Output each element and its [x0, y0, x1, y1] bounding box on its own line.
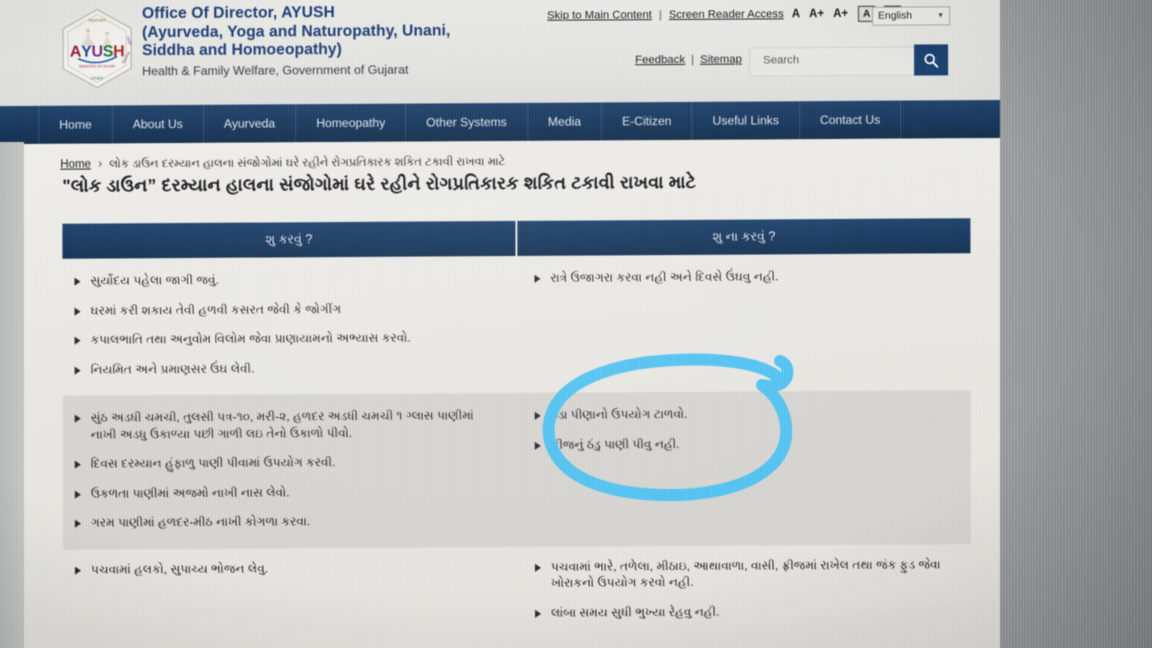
- site-header: Ayurved Unani Yoga Siddha AYUSH MINISTRY: [0, 0, 1152, 109]
- list-item: નિયમિત અને પ્રમાણસર ઉંઘ લેવી.: [71, 359, 501, 378]
- do-and-dont-table: શુ કરવું ? શુ ના કરવું ? સુર્યોદય પહેલા …: [62, 218, 971, 636]
- font-size-normal-button[interactable]: A: [791, 8, 801, 20]
- table-cell-do: સુર્યોદય પહેલા જાગી જવું. ઘરમાં કરી શકાય…: [62, 256, 516, 396]
- content-area: Home › લોક ડાઉન દરમ્યાન હાલના સંજોગોમાં …: [22, 138, 1002, 648]
- utility-links: Feedback | Sitemap: [635, 54, 742, 67]
- nav-item-other-systems[interactable]: Other Systems: [406, 102, 528, 142]
- list-item: દિવસ દરમ્યાન હુંફાળુ પાણી પીવામાં ઉપયોગ …: [71, 453, 501, 472]
- svg-text:AYUSH: AYUSH: [70, 43, 125, 60]
- breadcrumb-current: લોક ડાઉન દરમ્યાન હાલના સંજોગોમાં ઘરે રહી…: [109, 156, 506, 171]
- photo-of-screen: Ayurved Unani Yoga Siddha AYUSH MINISTRY: [0, 0, 1152, 648]
- utility-separator: |: [691, 53, 695, 66]
- list-item: ઠંડા પીણાનો ઉપયોગ ટાળવો.: [531, 404, 961, 423]
- svg-text:MINISTRY OF AYUSH: MINISTRY OF AYUSH: [79, 64, 115, 68]
- nav-item-homeopathy[interactable]: Homeopathy: [296, 103, 407, 143]
- list-item: ઉકળતા પાણીમાં અજમો નાખી નાસ લેવો.: [71, 483, 501, 502]
- language-selector[interactable]: English ▼: [872, 6, 951, 26]
- table-row: પચવામાં હલકો, સુપાચ્ય ભોજન લેવુ. પચવામાં…: [63, 544, 971, 636]
- svg-text:Ayurved: Ayurved: [89, 17, 106, 22]
- nav-item-home[interactable]: Home: [38, 105, 113, 144]
- page-left-margin: [0, 142, 24, 648]
- nav-item-about-us[interactable]: About Us: [112, 104, 204, 144]
- search-placeholder-text: Search: [763, 54, 800, 67]
- nav-item-contact-us[interactable]: Contact Us: [799, 100, 902, 140]
- org-title-line-3: Siddha and Homoeopathy): [142, 41, 342, 60]
- ayush-logo[interactable]: Ayurved Unani Yoga Siddha AYUSH MINISTRY: [58, 6, 136, 90]
- breadcrumb-home-link[interactable]: Home: [60, 159, 91, 171]
- table-row: સુંઠ અડધી ચમચી, તુલસી પત્ર-૧૦, મરી-૨, હળ…: [62, 390, 971, 550]
- list-item: ગરમ પાણીમાં હળદર-મીઠ નાખી કોગળા કરવા.: [71, 512, 501, 531]
- list-item: સુર્યોદય પહેલા જાગી જવું.: [70, 270, 500, 289]
- search-icon: [924, 53, 939, 68]
- sitemap-link[interactable]: Sitemap: [700, 54, 742, 66]
- photo-right-edge: [1000, 0, 1152, 648]
- table-cell-dont: ઠંડા પીણાનો ઉપયોગ ટાળવો. ફ્રીજનું ઠંડુ પ…: [517, 390, 971, 546]
- svg-text:Unani: Unani: [91, 75, 103, 80]
- feedback-link[interactable]: Feedback: [635, 54, 685, 66]
- table-header-dont: શુ ના કરવું ?: [712, 229, 776, 244]
- nav-item-e-citizen[interactable]: E-Citizen: [602, 101, 693, 141]
- table-row: સુર્યોદય પહેલા જાગી જવું. ઘરમાં કરી શકાય…: [62, 253, 970, 396]
- breadcrumb-separator-icon: ›: [98, 158, 103, 171]
- organisation-title-block: Office Of Director, AYUSH (Ayurveda, Yog…: [142, 3, 572, 79]
- list-item: ફ્રીજનું ઠંડુ પાણી પીવુ નહી.: [531, 434, 961, 453]
- list-item: કપાલભાતિ તથા અનુવોમ વિલોમ જેવા પ્રાણાયામ…: [71, 329, 501, 348]
- font-size-increase-2-button[interactable]: A+: [832, 8, 849, 20]
- accessibility-separator: |: [658, 9, 662, 22]
- language-selected-value: English: [878, 10, 913, 22]
- list-item: પચવામાં ભારે, તળેલા, મીઠાઇ, આથાવાળા, વાસ…: [531, 556, 961, 592]
- ayush-hexagon-icon: Ayurved Unani Yoga Siddha AYUSH MINISTRY: [62, 8, 134, 89]
- table-header-do: શુ કરવું ?: [62, 220, 518, 259]
- table-cell-do: પચવામાં હલકો, સુપાચ્ય ભોજન લેવુ.: [63, 546, 517, 635]
- list-item: લાંબા સમય સુધી ભુખ્યા રેહવુ નહી.: [531, 602, 961, 621]
- page-title: "લોક ડાઉન” દરમ્યાન હાલના સંજોગોમાં ઘરે ર…: [62, 171, 697, 196]
- table-cell-do: સુંઠ અડધી ચમચી, તુલસી પત્ર-૧૦, મરી-૨, હળ…: [63, 393, 517, 549]
- nav-item-useful-links[interactable]: Useful Links: [692, 101, 800, 140]
- table-cell-dont: રાત્રે ઉજાગરા કરવા નહી અને દિવસે ઉંઘવુ ન…: [516, 253, 970, 393]
- nav-item-ayurveda[interactable]: Ayurveda: [203, 104, 297, 143]
- table-cell-dont: પચવામાં ભારે, તળેલા, મીઠાઇ, આથાવાળા, વાસ…: [517, 544, 971, 633]
- font-size-increase-button[interactable]: A+: [808, 8, 825, 20]
- org-subtitle: Health & Family Welfare, Government of G…: [142, 62, 409, 79]
- search-button[interactable]: [914, 44, 949, 76]
- skip-to-main-content-link[interactable]: Skip to Main Content: [547, 9, 652, 22]
- list-item: રાત્રે ઉજાગરા કરવા નહી અને દિવસે ઉંઘવુ ન…: [530, 267, 960, 286]
- list-item: ઘરમાં કરી શકાય તેવી હળવી કસરત જેવી કે જો…: [71, 300, 501, 319]
- chevron-down-icon: ▼: [937, 12, 945, 20]
- list-item: પચવામાં હલકો, સુપાચ્ય ભોજન લેવુ.: [71, 559, 501, 578]
- nav-item-media[interactable]: Media: [527, 102, 603, 141]
- screen-reader-access-link[interactable]: Screen Reader Access: [669, 8, 784, 21]
- browser-page: Ayurved Unani Yoga Siddha AYUSH MINISTRY: [0, 0, 1152, 648]
- table-header-row: શુ કરવું ? શુ ના કરવું ?: [62, 218, 971, 259]
- breadcrumb: Home › લોક ડાઉન દરમ્યાન હાલના સંજોગોમાં …: [60, 156, 505, 172]
- list-item: સુંઠ અડધી ચમચી, તુલસી પત્ર-૧૦, મરી-૨, હળ…: [71, 407, 501, 443]
- accessibility-toolbar: Skip to Main Content | Screen Reader Acc…: [547, 5, 902, 24]
